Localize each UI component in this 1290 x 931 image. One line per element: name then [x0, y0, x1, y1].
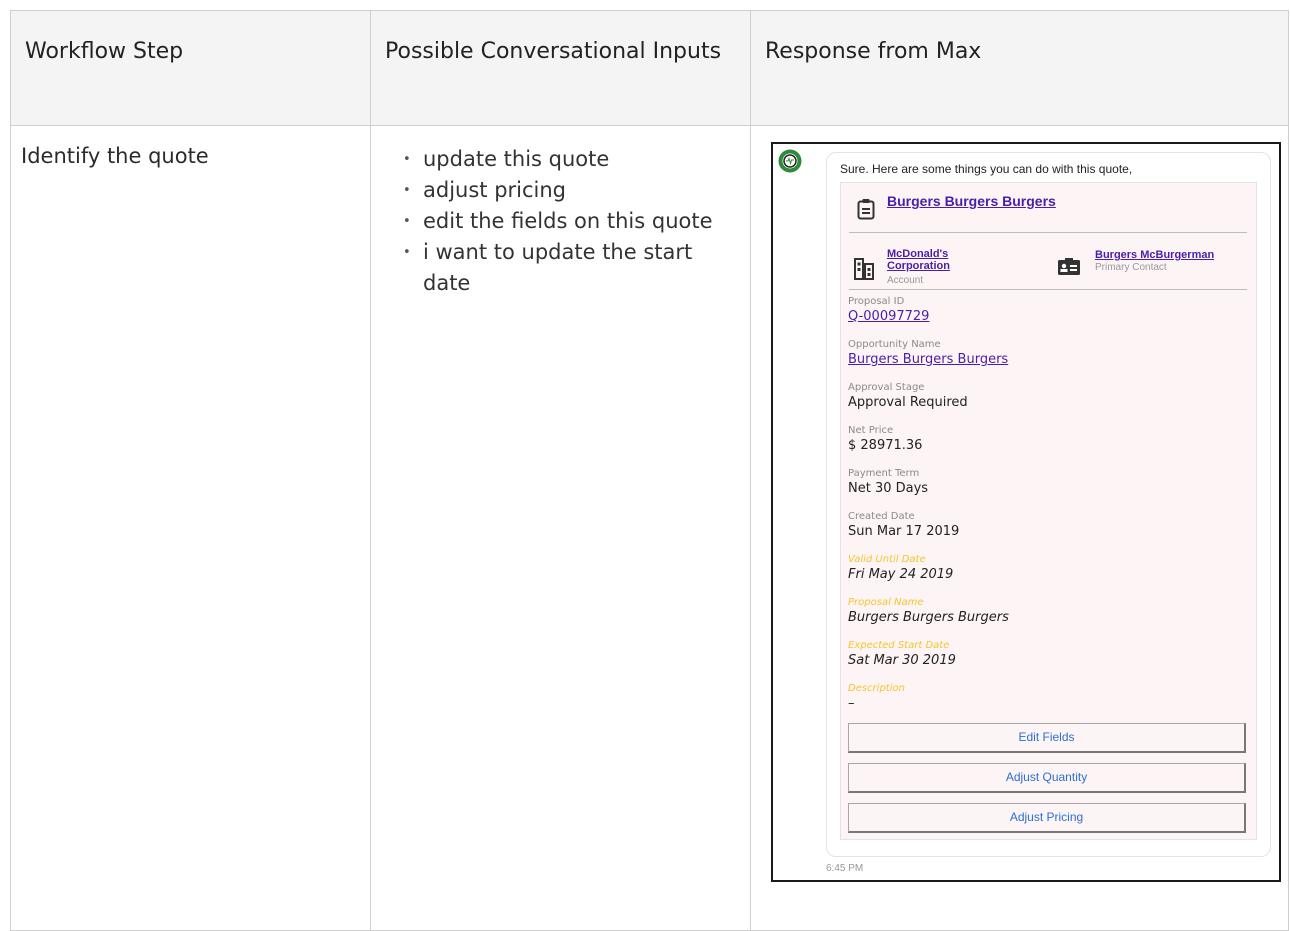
- divider: [849, 289, 1247, 290]
- list-item: update this quote: [403, 144, 736, 175]
- clipboard-icon: [857, 199, 875, 220]
- list-item: i want to update the start date: [403, 237, 736, 299]
- field-payment-term: Payment Term Net 30 Days: [848, 468, 929, 496]
- contact-label: Primary Contact: [1095, 262, 1167, 273]
- field-opportunity-name: Opportunity Name Burgers Burgers Burgers: [848, 339, 1009, 367]
- field-net-price: Net Price $ 28971.36: [848, 425, 923, 453]
- header-conversational-inputs: Possible Conversational Inputs: [371, 11, 751, 126]
- field-proposal-name: Proposal Name Burgers Burgers Burgers: [848, 597, 1009, 625]
- message-timestamp: 6:45 PM: [826, 863, 864, 874]
- bot-avatar-icon: [778, 149, 802, 173]
- chat-screenshot: Sure. Here are some things you can do wi…: [771, 142, 1281, 882]
- field-approval-stage: Approval Stage Approval Required: [848, 382, 968, 410]
- account-label: Account: [887, 275, 924, 286]
- list-item: adjust pricing: [403, 175, 736, 206]
- table-header-row: Workflow Step Possible Conversational In…: [11, 11, 1289, 126]
- field-description: Description –: [848, 683, 905, 711]
- contact-link[interactable]: Burgers McBurgerman: [1095, 249, 1214, 261]
- field-expected-start-date: Expected Start Date Sat Mar 30 2019: [848, 640, 956, 668]
- field-valid-until-date: Valid Until Date Fri May 24 2019: [848, 554, 954, 582]
- quote-card: Burgers Burgers Burgers McDonald's Corpo…: [840, 182, 1257, 840]
- chat-bubble: Sure. Here are some things you can do wi…: [826, 152, 1271, 857]
- header-workflow-step: Workflow Step: [11, 11, 371, 126]
- account-link[interactable]: McDonald's Corporation: [887, 248, 967, 272]
- building-icon: [854, 258, 874, 280]
- workflow-step-text: Identify the quote: [21, 144, 209, 168]
- adjust-quantity-button[interactable]: Adjust Quantity: [848, 763, 1246, 793]
- adjust-pricing-button[interactable]: Adjust Pricing: [848, 803, 1246, 833]
- field-created-date: Created Date Sun Mar 17 2019: [848, 511, 960, 539]
- workflow-step-cell: Identify the quote: [11, 126, 371, 931]
- inputs-cell: update this quote adjust pricing edit th…: [371, 126, 751, 931]
- field-proposal-id: Proposal ID Q-00097729: [848, 296, 930, 324]
- inputs-list: update this quote adjust pricing edit th…: [381, 144, 736, 299]
- quote-title-link[interactable]: Burgers Burgers Burgers: [887, 193, 1056, 209]
- header-response-from-max: Response from Max: [751, 11, 1289, 126]
- edit-fields-button[interactable]: Edit Fields: [848, 723, 1246, 753]
- list-item: edit the fields on this quote: [403, 206, 736, 237]
- contact-card-icon: [1058, 258, 1080, 275]
- bot-greeting: Sure. Here are some things you can do wi…: [840, 162, 1133, 176]
- divider: [849, 232, 1247, 233]
